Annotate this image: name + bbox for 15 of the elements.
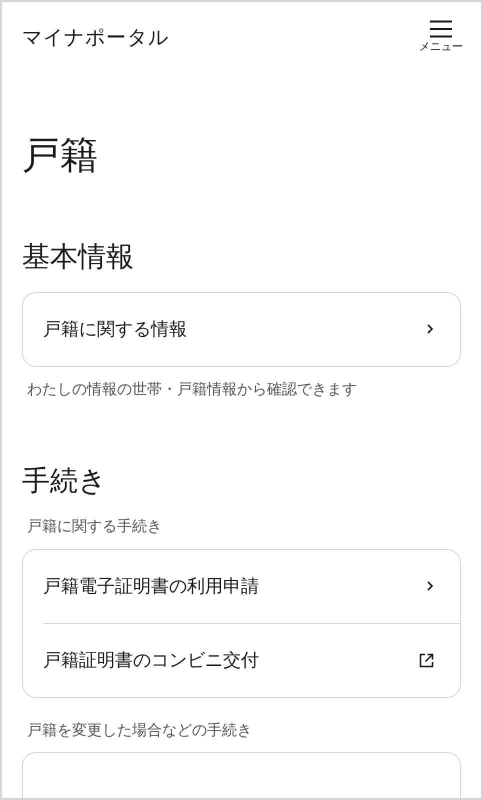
group-caption: 戸籍を変更した場合などの手続き [26,720,253,740]
list-item[interactable]: 戸籍証明書のコンビニ交付 [43,624,460,696]
chevron-right-icon [426,323,434,335]
note-text: わたしの情報の世帯・戸籍情報から確認できます [26,380,358,400]
section-heading: 基本情報 [22,240,135,274]
menu-icon [429,20,453,38]
page-title: 戸籍 [21,134,99,179]
external-link-icon [419,652,434,668]
site-title[interactable]: マイナポータル [22,23,169,53]
group-caption: 戸籍に関する手続き [26,517,163,537]
list-item[interactable]: 戸籍に関する情報 [23,292,460,366]
chevron-right-icon [426,580,434,592]
list-item[interactable]: 戸籍電子証明書の利用申請 [23,550,460,622]
menu-button[interactable]: メニュー [419,20,463,53]
section-heading: 手続き [22,464,108,498]
